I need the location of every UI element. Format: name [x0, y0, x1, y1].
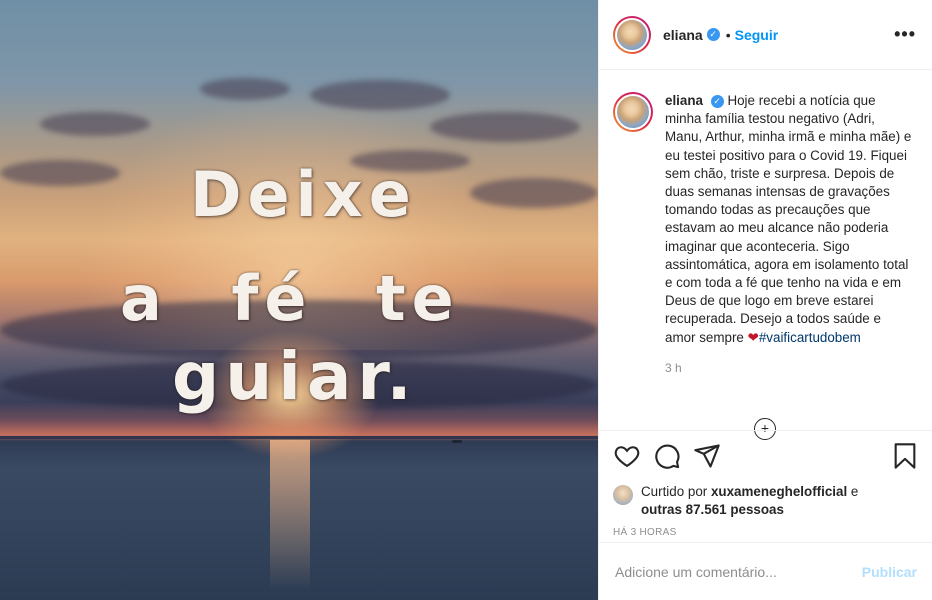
liked-conj: e [850, 484, 859, 499]
more-options-icon[interactable]: ••• [894, 24, 916, 45]
verified-badge-icon: ✓ [710, 95, 724, 108]
post-details-panel: eliana ✓ • Seguir ••• eliana ✓ Hoje rece… [598, 0, 932, 600]
action-icons [613, 441, 919, 471]
separator-dot: • [725, 26, 731, 43]
liker-username[interactable]: xuxameneghelofficial [711, 484, 847, 499]
heart-emoji: ❤ [747, 329, 759, 345]
comment-input[interactable] [615, 563, 862, 580]
caption-avatar[interactable] [613, 92, 653, 132]
hashtag-link[interactable]: #vaificartudobem [759, 330, 861, 345]
avatar[interactable] [613, 15, 651, 54]
avatar-image [615, 17, 649, 52]
posted-time[interactable]: HÁ 3 HORAS [613, 527, 919, 538]
actions-section: Curtido por xuxameneghelofficial e outra… [599, 430, 932, 538]
likes-count[interactable]: outras 87.561 pessoas [641, 502, 784, 517]
follow-button[interactable]: Seguir [735, 27, 779, 43]
post-image[interactable]: Deixe a fé te guiar. [0, 0, 598, 600]
verified-badge-icon: ✓ [706, 28, 720, 41]
caption-text: eliana ✓ Hoje recebi a notícia que minha… [665, 92, 913, 347]
caption-body: Hoje recebi a notícia que minha família … [665, 93, 912, 345]
liked-by: Curtido por xuxameneghelofficial e outra… [613, 483, 919, 519]
liker-avatar[interactable] [613, 485, 633, 505]
post-header: eliana ✓ • Seguir ••• [599, 0, 932, 70]
quote-line-2: a fé te [120, 262, 460, 335]
avatar-image [615, 94, 651, 130]
comment-icon[interactable] [653, 442, 681, 470]
caption-block: eliana ✓ Hoje recebi a notícia que minha… [665, 92, 913, 430]
bookmark-icon[interactable] [891, 442, 919, 470]
quote-line-3: guiar. [172, 338, 418, 415]
header-username[interactable]: eliana [663, 27, 703, 43]
liked-prefix: Curtido por [641, 484, 708, 499]
share-icon[interactable] [693, 442, 721, 470]
liked-by-text: Curtido por xuxameneghelofficial e outra… [641, 483, 858, 519]
caption-time[interactable]: 3 h [665, 361, 913, 375]
like-heart-icon[interactable] [613, 442, 641, 470]
publish-button[interactable]: Publicar [862, 564, 917, 580]
add-comment-bar: Publicar [599, 542, 932, 600]
quote-line-1: Deixe [190, 158, 417, 231]
quote-overlay: Deixe a fé te guiar. [0, 0, 598, 600]
caption-username[interactable]: eliana [665, 93, 703, 108]
comments-section: eliana ✓ Hoje recebi a notícia que minha… [599, 70, 932, 440]
